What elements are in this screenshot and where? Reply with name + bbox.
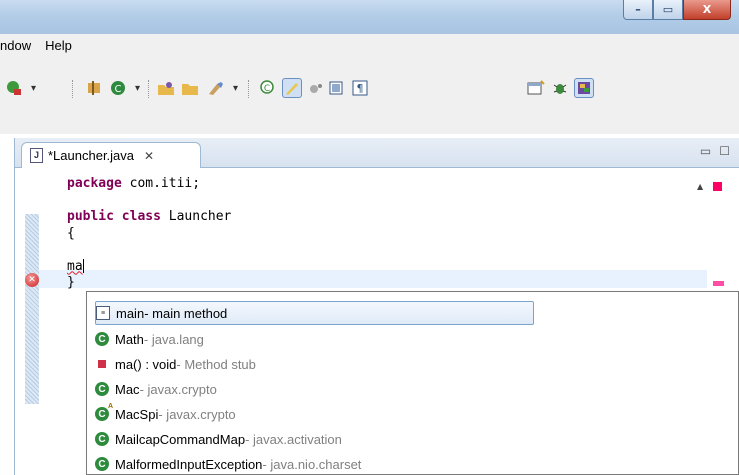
proposal-detail: - javax.crypto bbox=[158, 406, 236, 422]
maximize-icon: ▭ bbox=[662, 3, 674, 16]
view-controls: ▭ ☐ bbox=[700, 144, 730, 158]
minimize-view-icon[interactable]: ▭ bbox=[700, 144, 711, 158]
svg-text:¶: ¶ bbox=[357, 82, 364, 95]
proposal-detail: - javax.activation bbox=[245, 431, 342, 447]
proposal-label: MailcapCommandMap bbox=[115, 431, 246, 447]
proposal-mac[interactable]: C Mac - javax.crypto bbox=[95, 377, 217, 401]
abstract-class-icon: C bbox=[95, 403, 113, 421]
overview-error-indicator[interactable] bbox=[713, 182, 722, 191]
proposal-label: Mac bbox=[115, 381, 140, 397]
proposal-math[interactable]: C Math - java.lang bbox=[95, 327, 204, 351]
menu-help[interactable]: Help bbox=[45, 38, 72, 53]
code-text[interactable]: package com.itii; public class Launcher{… bbox=[67, 176, 231, 292]
java-file-icon: J bbox=[30, 148, 43, 163]
proposal-method-stub[interactable]: ma() : void - Method stub bbox=[95, 352, 256, 376]
error-text: ma bbox=[67, 258, 83, 274]
new-package-icon[interactable] bbox=[84, 78, 104, 98]
open-folder-icon[interactable] bbox=[180, 78, 200, 98]
window-controls: – ▭ X bbox=[623, 0, 731, 22]
annotation-icon[interactable]: C bbox=[258, 78, 278, 98]
code-text-span: com.itii; bbox=[121, 176, 201, 191]
editor-tab-label: *Launcher.java bbox=[48, 148, 135, 163]
class-icon: C bbox=[95, 382, 109, 396]
window-title-bar: – ▭ X bbox=[0, 0, 739, 34]
toolbar: C C ¶ bbox=[0, 56, 739, 134]
editor-tab-strip: J *Launcher.java ✕ ▭ ☐ bbox=[15, 138, 739, 168]
maximize-button[interactable]: ▭ bbox=[653, 0, 683, 20]
code-line: package com.itii; bbox=[67, 176, 231, 193]
content-assist-popup: ≡ main - main method C Math - java.lang … bbox=[86, 291, 739, 475]
keyword: class bbox=[121, 209, 161, 224]
mark-occurrences-icon[interactable] bbox=[282, 78, 302, 98]
proposal-label: Math bbox=[115, 331, 144, 347]
proposal-malformedinputexception[interactable]: C MalformedInputException - java.nio.cha… bbox=[95, 452, 361, 475]
code-line: { bbox=[67, 225, 75, 241]
method-icon bbox=[98, 360, 106, 368]
keyword: public bbox=[67, 209, 114, 224]
code-line: ma bbox=[67, 259, 231, 276]
editor-tab-launcher[interactable]: J *Launcher.java ✕ bbox=[21, 142, 201, 168]
menu-window[interactable]: ndow bbox=[0, 38, 31, 53]
proposal-detail: - java.nio.charset bbox=[262, 456, 362, 472]
code-line: } bbox=[67, 275, 75, 290]
proposal-macspi[interactable]: C MacSpi - javax.crypto bbox=[95, 402, 236, 426]
overview-arrow-icon: ▲ bbox=[697, 182, 704, 191]
proposal-mailcapcommandmap[interactable]: C MailcapCommandMap - javax.activation bbox=[95, 427, 342, 451]
proposal-main[interactable]: ≡ main - main method bbox=[95, 301, 534, 325]
close-window-button[interactable]: X bbox=[683, 0, 731, 20]
maximize-view-icon[interactable]: ☐ bbox=[719, 144, 730, 158]
quick-diff-range bbox=[25, 214, 39, 404]
text-caret bbox=[82, 259, 84, 273]
class-icon: C bbox=[95, 432, 109, 446]
code-line: public class Launcher bbox=[67, 209, 231, 226]
class-icon: C bbox=[95, 332, 109, 346]
proposal-label: MalformedInputException bbox=[115, 456, 263, 472]
minimize-button[interactable]: – bbox=[623, 0, 653, 20]
minimize-icon: – bbox=[635, 3, 641, 16]
menu-bar: ndow Help bbox=[0, 34, 739, 56]
show-whitespace-icon[interactable]: ¶ bbox=[350, 78, 370, 98]
tab-close-icon[interactable]: ✕ bbox=[144, 149, 154, 163]
code-text-span: Launcher bbox=[160, 209, 232, 224]
java-perspective-icon[interactable] bbox=[574, 78, 594, 98]
run-tool-icon[interactable] bbox=[4, 78, 36, 98]
debug-perspective-icon[interactable] bbox=[550, 78, 570, 98]
proposal-label: main bbox=[116, 305, 145, 321]
template-icon: ≡ bbox=[96, 306, 110, 320]
block-selection-icon[interactable] bbox=[326, 78, 346, 98]
open-perspective-icon[interactable] bbox=[526, 78, 546, 98]
error-icon[interactable]: ✕ bbox=[25, 273, 39, 287]
open-type-icon[interactable] bbox=[156, 78, 176, 98]
proposal-detail: - java.lang bbox=[143, 331, 204, 347]
proposal-label: ma() : void bbox=[115, 356, 177, 372]
overview-error-marker[interactable] bbox=[713, 281, 724, 286]
proposal-detail: - javax.crypto bbox=[139, 381, 217, 397]
close-icon: X bbox=[702, 3, 712, 16]
class-icon: C bbox=[95, 457, 109, 471]
svg-text:C: C bbox=[264, 84, 270, 94]
proposal-detail: - main method bbox=[144, 305, 228, 321]
search-tool-icon[interactable] bbox=[206, 78, 238, 98]
svg-text:C: C bbox=[115, 84, 122, 95]
proposal-label: MacSpi bbox=[115, 406, 159, 422]
proposal-detail: - Method stub bbox=[176, 356, 256, 372]
toggle-icon[interactable] bbox=[306, 78, 326, 98]
keyword: package bbox=[67, 176, 122, 191]
new-class-icon[interactable]: C bbox=[108, 78, 140, 98]
